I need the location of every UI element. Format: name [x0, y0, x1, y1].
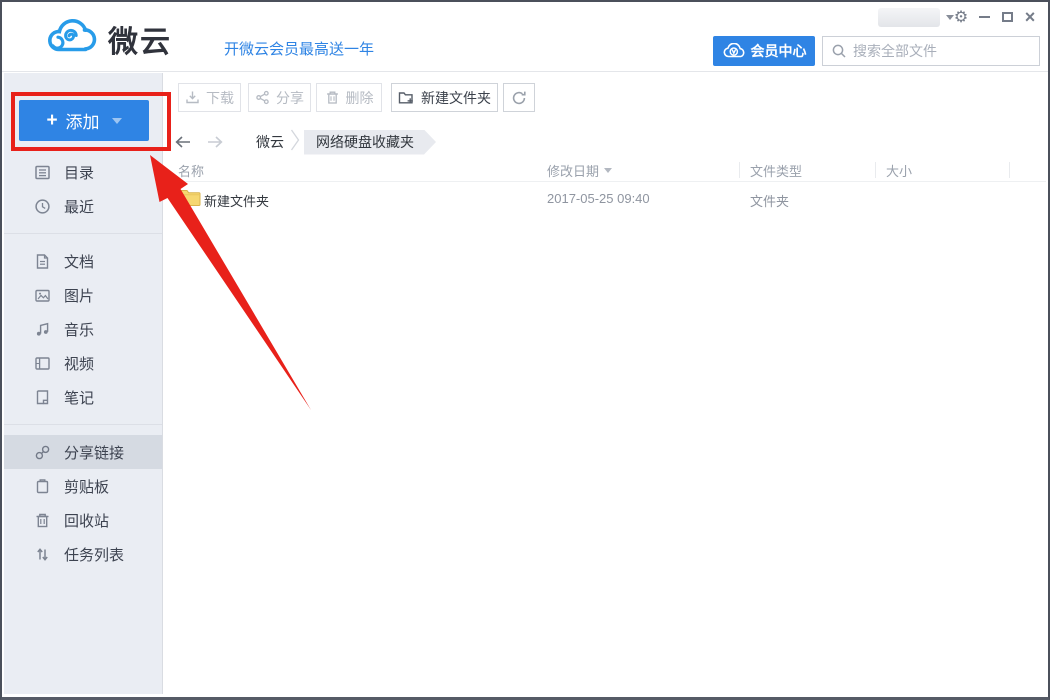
column-divider [739, 162, 740, 178]
sidebar-item-catalog[interactable]: 目录 [4, 155, 162, 189]
picture-icon [34, 287, 51, 304]
column-divider [875, 162, 876, 178]
close-button[interactable]: × [1020, 7, 1040, 27]
sidebar-item-documents[interactable]: 文档 [4, 244, 162, 278]
sidebar-item-recent[interactable]: 最近 [4, 189, 162, 223]
sidebar-item-task-list[interactable]: 任务列表 [4, 537, 162, 571]
weiyun-logo: 微云 [44, 15, 172, 62]
folder-icon [178, 188, 201, 210]
file-type: 文件夹 [750, 191, 789, 210]
plus-icon: + [46, 111, 57, 130]
search-icon [831, 43, 847, 59]
sidebar-divider [4, 424, 162, 425]
sidebar-item-recycle-bin[interactable]: 回收站 [4, 503, 162, 537]
search-input[interactable] [853, 43, 1034, 59]
catalog-icon [34, 164, 51, 181]
clock-icon [34, 198, 51, 215]
column-header-size[interactable]: 大小 [886, 161, 912, 180]
cloud-logo-icon [44, 15, 98, 62]
sidebar-item-label: 最近 [64, 196, 94, 217]
delete-label: 删除 [346, 88, 374, 108]
sidebar-item-label: 分享链接 [64, 442, 124, 463]
sidebar-item-label: 文档 [64, 251, 94, 272]
download-icon [185, 90, 200, 105]
share-icon [255, 90, 270, 105]
minimize-button[interactable] [974, 7, 994, 27]
back-arrow-icon[interactable] [172, 131, 194, 153]
breadcrumb: 微云 网络硬盘收藏夹 [164, 129, 1046, 155]
sidebar-item-share-links[interactable]: 分享链接 [4, 435, 162, 469]
member-center-label: 会员中心 [751, 41, 807, 61]
document-icon [34, 253, 51, 270]
transfer-arrows-icon [34, 546, 51, 563]
sidebar-item-label: 图片 [64, 285, 94, 306]
refresh-icon [511, 90, 527, 106]
sidebar: + 添加 目录 最近 [4, 73, 163, 694]
sidebar-item-videos[interactable]: 视频 [4, 346, 162, 380]
share-label: 分享 [276, 88, 304, 108]
download-label: 下载 [206, 88, 234, 108]
link-icon [34, 444, 51, 461]
new-folder-icon [398, 90, 415, 105]
sidebar-item-music[interactable]: 音乐 [4, 312, 162, 346]
main-content: 下载 分享 删除 [164, 73, 1046, 694]
delete-icon [325, 90, 340, 105]
refresh-button[interactable] [503, 83, 535, 112]
sidebar-item-label: 回收站 [64, 510, 109, 531]
sidebar-item-label: 视频 [64, 353, 94, 374]
file-date: 2017-05-25 09:40 [547, 191, 650, 206]
note-icon [34, 389, 51, 406]
member-cloud-icon [722, 43, 746, 59]
breadcrumb-root[interactable]: 微云 [256, 132, 284, 152]
clipboard-icon [34, 478, 51, 495]
file-row[interactable]: 新建文件夹 2017-05-25 09:40 文件夹 [164, 183, 1046, 214]
forward-arrow-icon[interactable] [204, 131, 226, 153]
add-button-label: 添加 [66, 108, 100, 133]
column-header-date[interactable]: 修改日期 [547, 161, 612, 180]
download-button[interactable]: 下载 [178, 83, 241, 112]
sidebar-item-label: 目录 [64, 162, 94, 183]
music-icon [34, 321, 51, 338]
sidebar-item-label: 剪贴板 [64, 476, 109, 497]
search-box[interactable] [822, 36, 1040, 66]
video-icon [34, 355, 51, 372]
app-title: 微云 [108, 17, 172, 61]
sidebar-item-label: 任务列表 [64, 544, 124, 565]
promo-link[interactable]: 开微云会员最高送一年 [224, 38, 374, 59]
sidebar-item-notes[interactable]: 笔记 [4, 380, 162, 414]
sidebar-item-label: 音乐 [64, 319, 94, 340]
account-name-redacted[interactable] [878, 8, 940, 27]
sort-descending-icon [604, 168, 612, 173]
sidebar-item-label: 笔记 [64, 387, 94, 408]
settings-gear-icon[interactable]: ⚙ [951, 7, 971, 27]
column-divider [1009, 162, 1010, 178]
sidebar-divider [4, 233, 162, 234]
column-header-name[interactable]: 名称 [178, 161, 204, 180]
sidebar-item-pictures[interactable]: 图片 [4, 278, 162, 312]
column-header-type[interactable]: 文件类型 [750, 161, 802, 180]
share-button[interactable]: 分享 [248, 83, 311, 112]
chevron-right-icon [290, 129, 300, 156]
app-header: 微云 开微云会员最高送一年 会员中心 ⚙ [2, 2, 1048, 72]
add-button[interactable]: + 添加 [19, 100, 149, 141]
new-folder-button[interactable]: 新建文件夹 [391, 83, 498, 112]
delete-button[interactable]: 删除 [316, 83, 382, 112]
add-dropdown-caret [112, 118, 122, 124]
file-name: 新建文件夹 [204, 191, 269, 210]
file-table-header: 名称 修改日期 文件类型 大小 [164, 158, 1046, 182]
sidebar-nav: 目录 最近 文档 [4, 155, 162, 571]
member-center-button[interactable]: 会员中心 [713, 36, 815, 66]
sidebar-item-clipboard[interactable]: 剪贴板 [4, 469, 162, 503]
maximize-button[interactable] [997, 7, 1017, 27]
breadcrumb-current[interactable]: 网络硬盘收藏夹 [304, 130, 436, 155]
weiyun-app-window: 微云 开微云会员最高送一年 会员中心 ⚙ [0, 0, 1050, 700]
trash-icon [34, 512, 51, 529]
new-folder-label: 新建文件夹 [421, 88, 491, 108]
